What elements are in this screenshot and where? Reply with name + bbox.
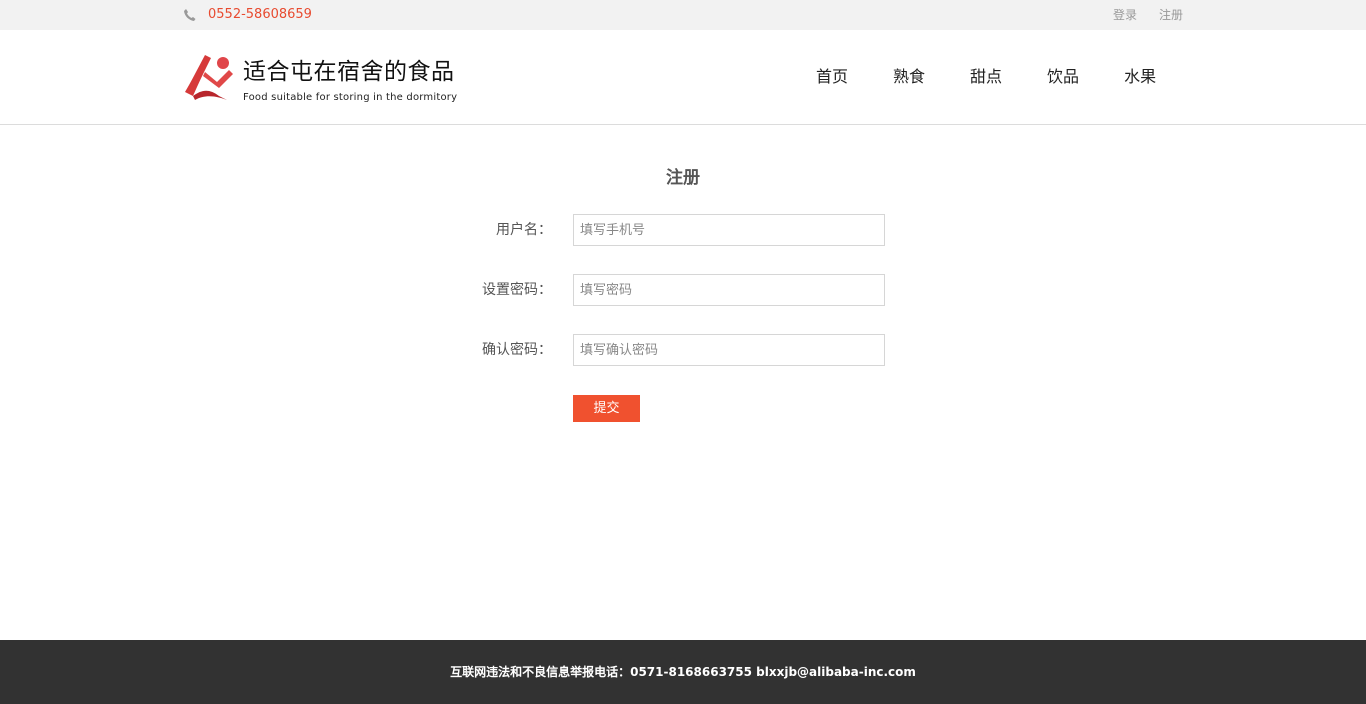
username-label: 用户名： — [496, 222, 552, 238]
password-label: 设置密码： — [482, 282, 552, 298]
nav-item-desserts[interactable]: 甜点 — [970, 67, 1002, 87]
site-header: 适合屯在宿舍的食品 Food suitable for storing in t… — [0, 30, 1366, 125]
account-links: 登录 注册 — [1113, 7, 1183, 23]
phone-number: 0552-58608659 — [208, 7, 312, 22]
form-title: 注册 — [666, 168, 700, 188]
register-link[interactable]: 注册 — [1159, 7, 1183, 23]
confirm-password-input[interactable] — [573, 334, 885, 366]
contact-phone: 0552-58608659 — [183, 7, 312, 23]
submit-button[interactable]: 提交 — [573, 395, 640, 422]
site-footer: 互联网违法和不良信息举报电话：0571-8168663755 blxxjb@al… — [0, 640, 1366, 704]
nav-item-cooked-food[interactable]: 熟食 — [893, 67, 925, 87]
site-title: 适合屯在宿舍的食品 — [243, 59, 455, 85]
login-link[interactable]: 登录 — [1113, 7, 1137, 23]
username-input[interactable] — [573, 214, 885, 246]
site-subtitle: Food suitable for storing in the dormito… — [243, 92, 458, 103]
confirm-password-label: 确认密码： — [482, 342, 552, 358]
confirm-password-row: 确认密码： — [0, 334, 1366, 366]
nav-item-fruit[interactable]: 水果 — [1124, 67, 1156, 87]
main-nav: 首页 熟食 甜点 饮品 水果 — [816, 67, 1156, 87]
nav-item-home[interactable]: 首页 — [816, 67, 848, 87]
nav-item-drinks[interactable]: 饮品 — [1047, 67, 1079, 87]
username-row: 用户名： — [0, 214, 1366, 246]
password-row: 设置密码： — [0, 274, 1366, 306]
password-input[interactable] — [573, 274, 885, 306]
top-bar: 0552-58608659 登录 注册 — [0, 0, 1366, 30]
brand-logo[interactable] — [183, 52, 235, 102]
footer-report-info: 互联网违法和不良信息举报电话：0571-8168663755 blxxjb@al… — [450, 665, 916, 679]
phone-icon — [184, 9, 196, 21]
